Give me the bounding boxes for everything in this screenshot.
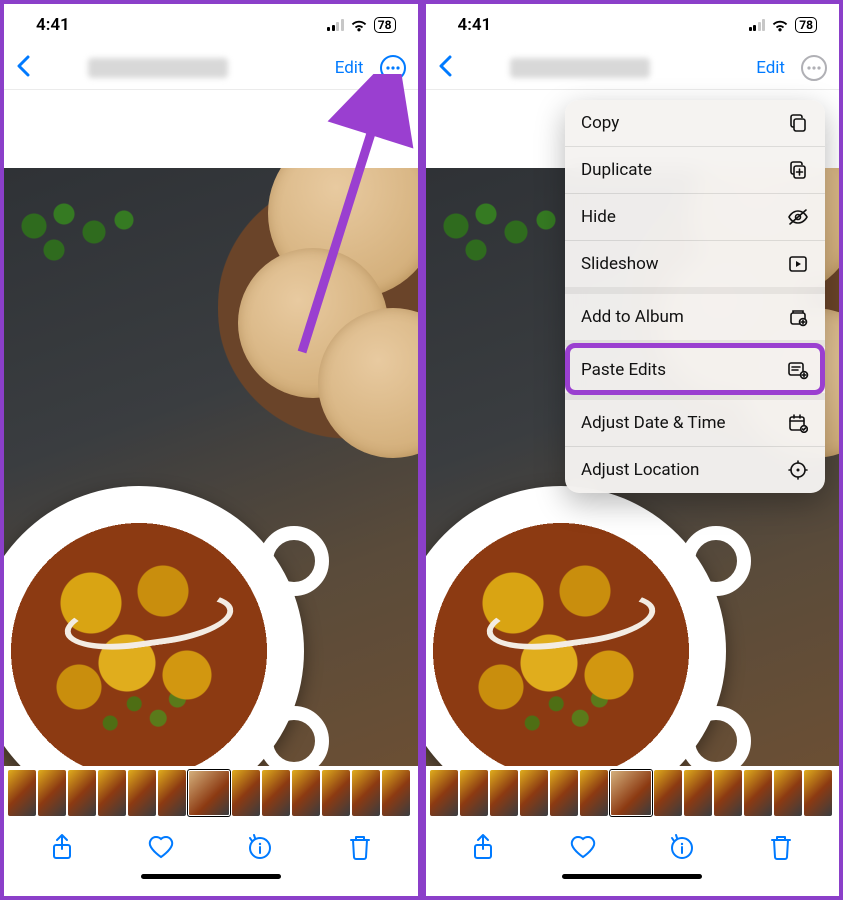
- dual-screenshot-frame: 4:41 78 Edit: [0, 0, 843, 900]
- menu-item-hide[interactable]: Hide: [565, 194, 825, 241]
- menu-item-add-to-album[interactable]: Add to Album: [565, 294, 825, 340]
- nav-bar: Edit: [4, 46, 418, 90]
- info-button[interactable]: [237, 833, 283, 861]
- copy-icon: [787, 112, 809, 134]
- back-button[interactable]: [16, 55, 30, 81]
- menu-label: Paste Edits: [581, 360, 666, 380]
- thumbnail-selected[interactable]: [610, 770, 652, 816]
- menu-label: Duplicate: [581, 160, 652, 180]
- thumbnail-selected[interactable]: [188, 770, 230, 816]
- more-options-menu: Copy Duplicate Hide Slideshow: [565, 100, 825, 493]
- status-right: 78: [327, 17, 395, 33]
- location-icon: [787, 459, 809, 481]
- favorite-button[interactable]: [138, 834, 184, 860]
- battery-indicator: 78: [795, 17, 817, 33]
- more-options-button[interactable]: [380, 55, 406, 81]
- phone-left: 4:41 78 Edit: [4, 4, 418, 896]
- delete-button[interactable]: [758, 833, 804, 861]
- menu-item-duplicate[interactable]: Duplicate: [565, 147, 825, 194]
- page-title-blurred: [510, 58, 650, 78]
- more-options-button[interactable]: [801, 55, 827, 81]
- favorite-button[interactable]: [560, 834, 606, 860]
- menu-label: Adjust Location: [581, 460, 699, 480]
- cellular-icon: [749, 19, 766, 31]
- hide-icon: [787, 206, 809, 228]
- nav-bar: Edit: [426, 46, 840, 90]
- menu-item-adjust-date[interactable]: Adjust Date & Time: [565, 400, 825, 447]
- separator: [418, 4, 426, 896]
- back-button[interactable]: [438, 55, 452, 81]
- menu-item-adjust-location[interactable]: Adjust Location: [565, 447, 825, 493]
- menu-label: Copy: [581, 113, 619, 133]
- photo-viewer[interactable]: [4, 90, 418, 766]
- thumbnail-strip[interactable]: [4, 766, 418, 820]
- status-time: 4:41: [36, 15, 70, 35]
- calendar-icon: [787, 412, 809, 434]
- thumbnail-strip[interactable]: [426, 766, 840, 820]
- status-time: 4:41: [458, 15, 492, 35]
- info-button[interactable]: [659, 833, 705, 861]
- menu-item-copy[interactable]: Copy: [565, 100, 825, 147]
- share-button[interactable]: [39, 833, 85, 861]
- slideshow-icon: [787, 253, 809, 275]
- page-title-blurred: [88, 58, 228, 78]
- wifi-icon: [350, 19, 368, 32]
- edit-button[interactable]: Edit: [335, 58, 364, 78]
- delete-button[interactable]: [337, 833, 383, 861]
- share-button[interactable]: [460, 833, 506, 861]
- menu-label: Adjust Date & Time: [581, 413, 726, 433]
- menu-label: Add to Album: [581, 307, 684, 327]
- photo-content: [4, 168, 418, 766]
- status-right: 78: [749, 17, 817, 33]
- menu-item-paste-edits[interactable]: Paste Edits: [565, 347, 825, 393]
- paste-edits-icon: [787, 359, 809, 381]
- cellular-icon: [327, 19, 344, 31]
- status-bar: 4:41 78: [426, 4, 840, 46]
- battery-indicator: 78: [374, 17, 396, 33]
- menu-label: Hide: [581, 207, 616, 227]
- home-indicator[interactable]: [4, 874, 418, 896]
- menu-item-slideshow[interactable]: Slideshow: [565, 241, 825, 287]
- status-bar: 4:41 78: [4, 4, 418, 46]
- home-indicator[interactable]: [426, 874, 840, 896]
- menu-label: Slideshow: [581, 254, 659, 274]
- album-icon: [787, 306, 809, 328]
- wifi-icon: [771, 19, 789, 32]
- phone-right: 4:41 78 Edit: [426, 4, 840, 896]
- bottom-toolbar: [426, 820, 840, 874]
- edit-button[interactable]: Edit: [756, 58, 785, 78]
- bottom-toolbar: [4, 820, 418, 874]
- duplicate-icon: [787, 159, 809, 181]
